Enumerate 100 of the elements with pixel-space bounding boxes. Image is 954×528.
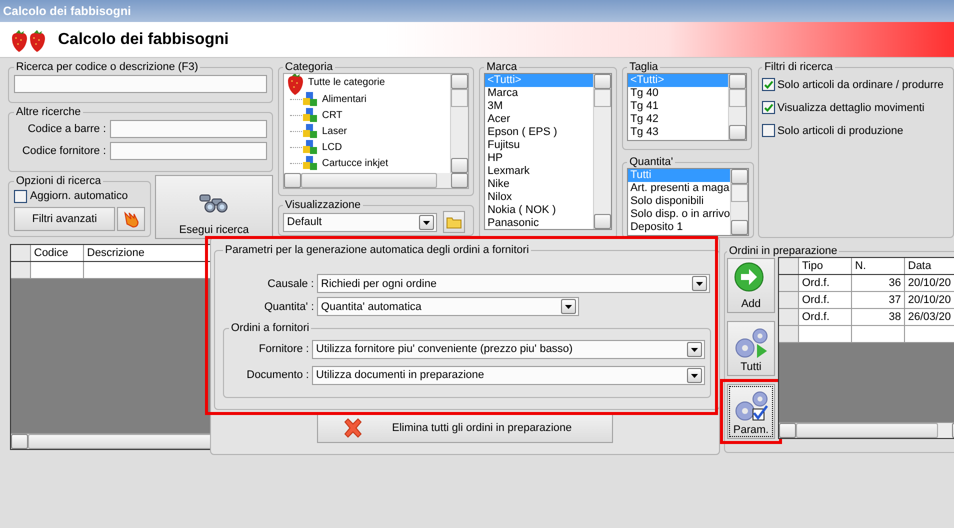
group-title: Filtri di ricerca <box>763 61 834 73</box>
table-cell: Ord.f. <box>799 292 852 308</box>
group-title: Parametri per la generazione automatica degli ordini a fornitori <box>224 244 530 256</box>
checkbox[interactable] <box>762 101 776 114</box>
list-item[interactable]: Tg 40 <box>628 87 728 100</box>
cubes-icon <box>302 155 318 170</box>
tree-item[interactable]: Cartucce inkjet <box>322 158 388 168</box>
table-cell: Ord.f. <box>799 309 852 325</box>
run-search-button[interactable]: Esegui ricerca <box>155 175 273 239</box>
table-cell: 37 <box>852 292 905 308</box>
group-title: Marca <box>485 61 518 73</box>
list-item[interactable]: HP <box>485 152 594 165</box>
view-dropdown[interactable]: Default <box>283 212 437 232</box>
search-field[interactable] <box>14 75 267 93</box>
horizontal-scrollbar[interactable] <box>779 422 954 438</box>
column-header[interactable]: Codice <box>31 245 84 261</box>
horizontal-scrollbar[interactable] <box>284 173 468 188</box>
row-header <box>779 258 799 274</box>
tree-item[interactable]: Tutte le categorie <box>308 77 385 88</box>
cross-icon <box>342 416 364 438</box>
checkmark-icon <box>763 102 774 113</box>
folder-button[interactable] <box>443 211 465 233</box>
list-item[interactable]: Fujitsu <box>485 139 594 152</box>
group-title: Categoria <box>284 61 334 73</box>
vertical-scrollbar[interactable] <box>730 169 748 235</box>
vertical-scrollbar[interactable] <box>593 74 612 229</box>
list-item[interactable]: Nilox <box>485 191 594 204</box>
folder-icon <box>446 215 462 229</box>
list-item[interactable]: Tg 41 <box>628 100 728 113</box>
advanced-filters-button[interactable]: Filtri avanzati <box>14 207 115 231</box>
table-cell: 38 <box>852 309 905 325</box>
checkbox-label: Solo articoli di produzione <box>777 124 904 136</box>
order-action-button[interactable]: Tutti <box>727 321 775 376</box>
row-header <box>11 245 31 261</box>
vertical-scrollbar[interactable] <box>450 74 468 173</box>
table-cell: 36 <box>852 275 905 291</box>
checkbox[interactable] <box>762 124 776 137</box>
tree-item[interactable]: Alimentari <box>322 94 366 104</box>
column-header[interactable]: N. <box>852 258 905 274</box>
field-label: Codice fornitore : <box>22 145 106 157</box>
table-cell: 26/03/20 <box>905 309 954 325</box>
group-title: Visualizzazione <box>284 199 362 211</box>
tree-item[interactable]: Laser <box>322 126 348 136</box>
table-cell: Ord.f. <box>799 275 852 291</box>
field-label: Quantita' : <box>263 300 314 312</box>
dropdown-field[interactable]: Quantita' automatica <box>317 297 579 316</box>
group-title: Ordini a fornitori <box>230 322 310 334</box>
column-header[interactable]: Data <box>905 258 954 274</box>
list-item[interactable]: 3M <box>485 100 594 113</box>
list-item[interactable]: Nike <box>485 178 594 191</box>
table-cell: 20/10/20 <box>905 292 954 308</box>
field-label: Codice a barre : <box>28 123 106 135</box>
list-item[interactable]: Epson ( EPS ) <box>485 126 594 139</box>
dropdown-field[interactable]: Richiedi per ogni ordine <box>317 274 710 293</box>
list-item[interactable]: Tg 43 <box>628 126 728 139</box>
checkmark-icon <box>763 79 774 90</box>
dropdown-field[interactable]: Utilizza fornitore piu' conveniente (prezzo piu' basso) <box>312 340 705 358</box>
vertical-scrollbar[interactable] <box>728 74 746 140</box>
field-label: Documento : <box>246 369 309 381</box>
group-title: Taglia <box>628 61 660 73</box>
column-header[interactable]: Tipo <box>799 258 852 274</box>
checkbox[interactable] <box>14 190 27 202</box>
list-item[interactable]: Deposito 1 <box>628 221 730 234</box>
field-label: Fornitore : <box>258 343 309 355</box>
group-title: Altre ricerche <box>15 106 82 118</box>
list-item[interactable]: Tg 42 <box>628 113 728 126</box>
list-item[interactable]: Panasonic <box>485 217 594 229</box>
cubes-icon <box>302 107 318 123</box>
group-title: Ricerca per codice o descrizione (F3) <box>15 61 200 73</box>
window-title: Calcolo dei fabbisogni <box>3 4 132 18</box>
list-item[interactable]: Nokia ( NOK ) <box>485 204 594 217</box>
tree-item[interactable]: LCD <box>322 142 342 152</box>
input-field[interactable] <box>110 142 267 160</box>
list-item[interactable]: Solo disp. o in arrivo <box>628 208 730 221</box>
list-item[interactable]: Marca <box>485 87 594 100</box>
binoculars-icon <box>198 192 230 214</box>
dropdown-field[interactable]: Utilizza documenti in preparazione <box>312 366 705 384</box>
list-item[interactable]: Acer <box>485 113 594 126</box>
order-action-button[interactable]: Param. <box>727 384 775 439</box>
cubes-icon <box>302 91 318 107</box>
checkbox-label: Visualizza dettaglio movimenti <box>777 102 924 114</box>
input-field[interactable] <box>110 120 267 138</box>
list-item[interactable]: Art. presenti a maga <box>628 182 730 195</box>
flame-button[interactable] <box>117 207 145 231</box>
group-title: Ordini in preparazione <box>728 245 838 257</box>
field-label: Causale : <box>266 278 314 290</box>
group-title: Opzioni di ricerca <box>15 175 102 187</box>
flame-icon <box>122 210 140 228</box>
tree-item[interactable]: CRT <box>322 110 342 120</box>
group-title: Quantita' <box>628 156 674 168</box>
order-action-button[interactable]: Add <box>727 258 775 313</box>
checkbox[interactable] <box>762 78 776 91</box>
checkbox-label: Solo articoli da ordinare / produrre <box>777 78 944 90</box>
list-item[interactable]: Lexmark <box>485 165 594 178</box>
delete-all-orders-button[interactable]: Elimina tutti gli ordini in preparazione <box>317 412 613 443</box>
list-item[interactable]: Solo disponibili <box>628 195 730 208</box>
cubes-icon <box>302 139 318 155</box>
checkbox-label: Aggiorn. automatico <box>30 190 128 202</box>
table-cell: 20/10/20 <box>905 275 954 291</box>
page-title: Calcolo dei fabbisogni <box>58 30 229 48</box>
